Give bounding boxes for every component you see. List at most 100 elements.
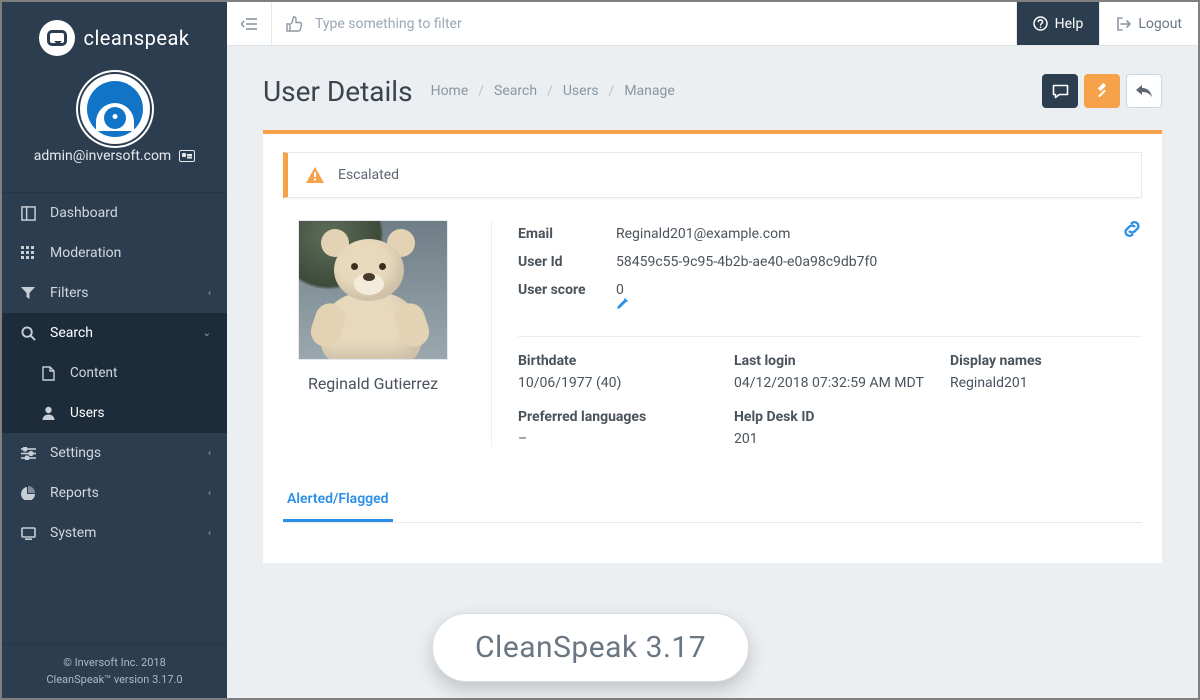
breadcrumb: Home/ Search/ Users/ Manage bbox=[431, 83, 675, 99]
page-header: User Details Home/ Search/ Users/ Manage bbox=[227, 46, 1198, 130]
chevron-left-icon: ‹ bbox=[208, 288, 211, 299]
sidebar-item-label: Users bbox=[70, 405, 104, 421]
brand-logo: cleanspeak bbox=[2, 2, 227, 68]
monitor-icon bbox=[20, 527, 36, 540]
sidebar-item-system[interactable]: System ‹ bbox=[2, 513, 227, 553]
helpdesk-label: Help Desk ID bbox=[734, 409, 926, 425]
version-text: CleanSpeak™ version 3.17.0 bbox=[2, 672, 227, 689]
logo-mark-icon bbox=[39, 20, 75, 56]
topbar: Help Logout bbox=[227, 2, 1198, 46]
chevron-left-icon: ‹ bbox=[208, 448, 211, 459]
sidebar-item-dashboard[interactable]: Dashboard bbox=[2, 193, 227, 233]
user-icon bbox=[40, 406, 56, 420]
profile-left: Reginald Gutierrez bbox=[283, 220, 463, 447]
id-card-icon[interactable] bbox=[179, 150, 195, 162]
comment-button[interactable] bbox=[1042, 74, 1078, 108]
logout-label: Logout bbox=[1138, 16, 1182, 32]
document-icon bbox=[40, 366, 56, 381]
crumb-home[interactable]: Home bbox=[431, 83, 469, 99]
avatar bbox=[80, 74, 150, 144]
sidebar-footer: © Inversoft Inc. 2018 CleanSpeak™ versio… bbox=[2, 644, 227, 698]
sidebar-item-reports[interactable]: Reports ‹ bbox=[2, 473, 227, 513]
help-label: Help bbox=[1055, 16, 1084, 32]
chevron-left-icon: ‹ bbox=[208, 488, 211, 499]
sidebar-item-label: Moderation bbox=[50, 245, 121, 261]
copyright-text: © Inversoft Inc. 2018 bbox=[2, 655, 227, 672]
userid-label: User Id bbox=[518, 254, 598, 270]
link-icon[interactable] bbox=[1122, 220, 1142, 238]
collapse-icon bbox=[241, 17, 257, 31]
sidebar-subitem-content[interactable]: Content bbox=[2, 353, 227, 393]
help-button[interactable]: Help bbox=[1016, 2, 1100, 45]
gavel-icon bbox=[1094, 83, 1110, 99]
current-user-block: admin@inversoft.com bbox=[2, 68, 227, 192]
sidebar-toggle-button[interactable] bbox=[227, 2, 272, 45]
search-icon bbox=[20, 326, 36, 341]
page-actions bbox=[1042, 74, 1162, 108]
logout-button[interactable]: Logout bbox=[1099, 2, 1198, 45]
sidebar-item-settings[interactable]: Settings ‹ bbox=[2, 433, 227, 473]
detail-tabs: Alerted/Flagged bbox=[283, 481, 1142, 523]
sidebar-item-filters[interactable]: Filters ‹ bbox=[2, 273, 227, 313]
birthdate-label: Birthdate bbox=[518, 353, 710, 369]
alert-label: Escalated bbox=[338, 167, 399, 183]
preflang-value: – bbox=[518, 431, 710, 447]
sidebar-item-search[interactable]: Search ⌄ bbox=[2, 313, 227, 353]
sidebar-item-label: Filters bbox=[50, 285, 89, 301]
sidebar-item-label: Dashboard bbox=[50, 205, 118, 221]
current-user-email: admin@inversoft.com bbox=[34, 148, 171, 164]
lastlogin-label: Last login bbox=[734, 353, 926, 369]
edit-score-button[interactable] bbox=[616, 298, 630, 310]
tab-alerted-flagged[interactable]: Alerted/Flagged bbox=[283, 481, 393, 522]
crumb-current: Manage bbox=[624, 83, 674, 99]
sidebar-item-label: Settings bbox=[50, 445, 101, 461]
score-label: User score bbox=[518, 282, 598, 310]
grid-icon bbox=[20, 246, 36, 260]
thumbs-up-icon bbox=[286, 16, 303, 32]
filter-bar bbox=[272, 16, 1016, 32]
profile-photo bbox=[298, 220, 448, 360]
sidebar-item-label: Content bbox=[70, 365, 117, 381]
sidebar-item-moderation[interactable]: Moderation bbox=[2, 233, 227, 273]
warning-icon bbox=[306, 167, 324, 183]
displaynames-value: Reginald201 bbox=[950, 375, 1142, 391]
reply-icon bbox=[1136, 85, 1152, 98]
logout-icon bbox=[1116, 17, 1131, 31]
back-button[interactable] bbox=[1126, 74, 1162, 108]
version-overlay-pill: CleanSpeak 3.17 bbox=[432, 613, 749, 682]
sidebar-subitem-users[interactable]: Users bbox=[2, 393, 227, 433]
helpdesk-value: 201 bbox=[734, 431, 926, 447]
crumb-search[interactable]: Search bbox=[494, 83, 537, 99]
displaynames-label: Display names bbox=[950, 353, 1142, 369]
filter-icon bbox=[20, 286, 36, 300]
filter-input[interactable] bbox=[315, 16, 1002, 32]
help-icon bbox=[1033, 16, 1048, 31]
content-card: Escalated Reginald Gutierrez Email Regina… bbox=[263, 130, 1162, 563]
email-value: Reginald201@example.com bbox=[616, 226, 790, 242]
main-area: Help Logout User Details Home/ Search/ U… bbox=[227, 2, 1198, 698]
profile-right: Email Reginald201@example.com User Id 5845… bbox=[491, 220, 1142, 447]
sidebar-item-label: Reports bbox=[50, 485, 99, 501]
profile-display-name: Reginald Gutierrez bbox=[308, 374, 438, 393]
chevron-left-icon: ‹ bbox=[208, 528, 211, 539]
crumb-users[interactable]: Users bbox=[563, 83, 599, 99]
lastlogin-value: 04/12/2018 07:32:59 AM MDT bbox=[734, 375, 926, 391]
sidebar-item-label: Search bbox=[50, 325, 93, 341]
sidebar: cleanspeak admin@inversoft.com Dashboard… bbox=[2, 2, 227, 698]
email-label: Email bbox=[518, 226, 598, 242]
dashboard-icon bbox=[20, 206, 36, 221]
sidebar-nav: Dashboard Moderation Filters ‹ Search ⌄ … bbox=[2, 192, 227, 553]
page-title: User Details bbox=[263, 75, 413, 108]
pie-chart-icon bbox=[20, 486, 36, 500]
birthdate-value: 10/06/1977 (40) bbox=[518, 375, 710, 391]
score-value: 0 bbox=[616, 282, 624, 298]
comment-icon bbox=[1052, 84, 1069, 99]
chevron-down-icon: ⌄ bbox=[203, 328, 211, 339]
status-alert: Escalated bbox=[283, 152, 1142, 198]
divider bbox=[518, 336, 1142, 337]
sidebar-item-label: System bbox=[50, 525, 96, 541]
preflang-label: Preferred languages bbox=[518, 409, 710, 425]
userid-value: 58459c55-9c95-4b2b-ae40-e0a98c9db7f0 bbox=[616, 254, 877, 270]
profile-fields: Birthdate 10/06/1977 (40) Last login 04/12… bbox=[518, 353, 1142, 447]
action-button[interactable] bbox=[1084, 74, 1120, 108]
